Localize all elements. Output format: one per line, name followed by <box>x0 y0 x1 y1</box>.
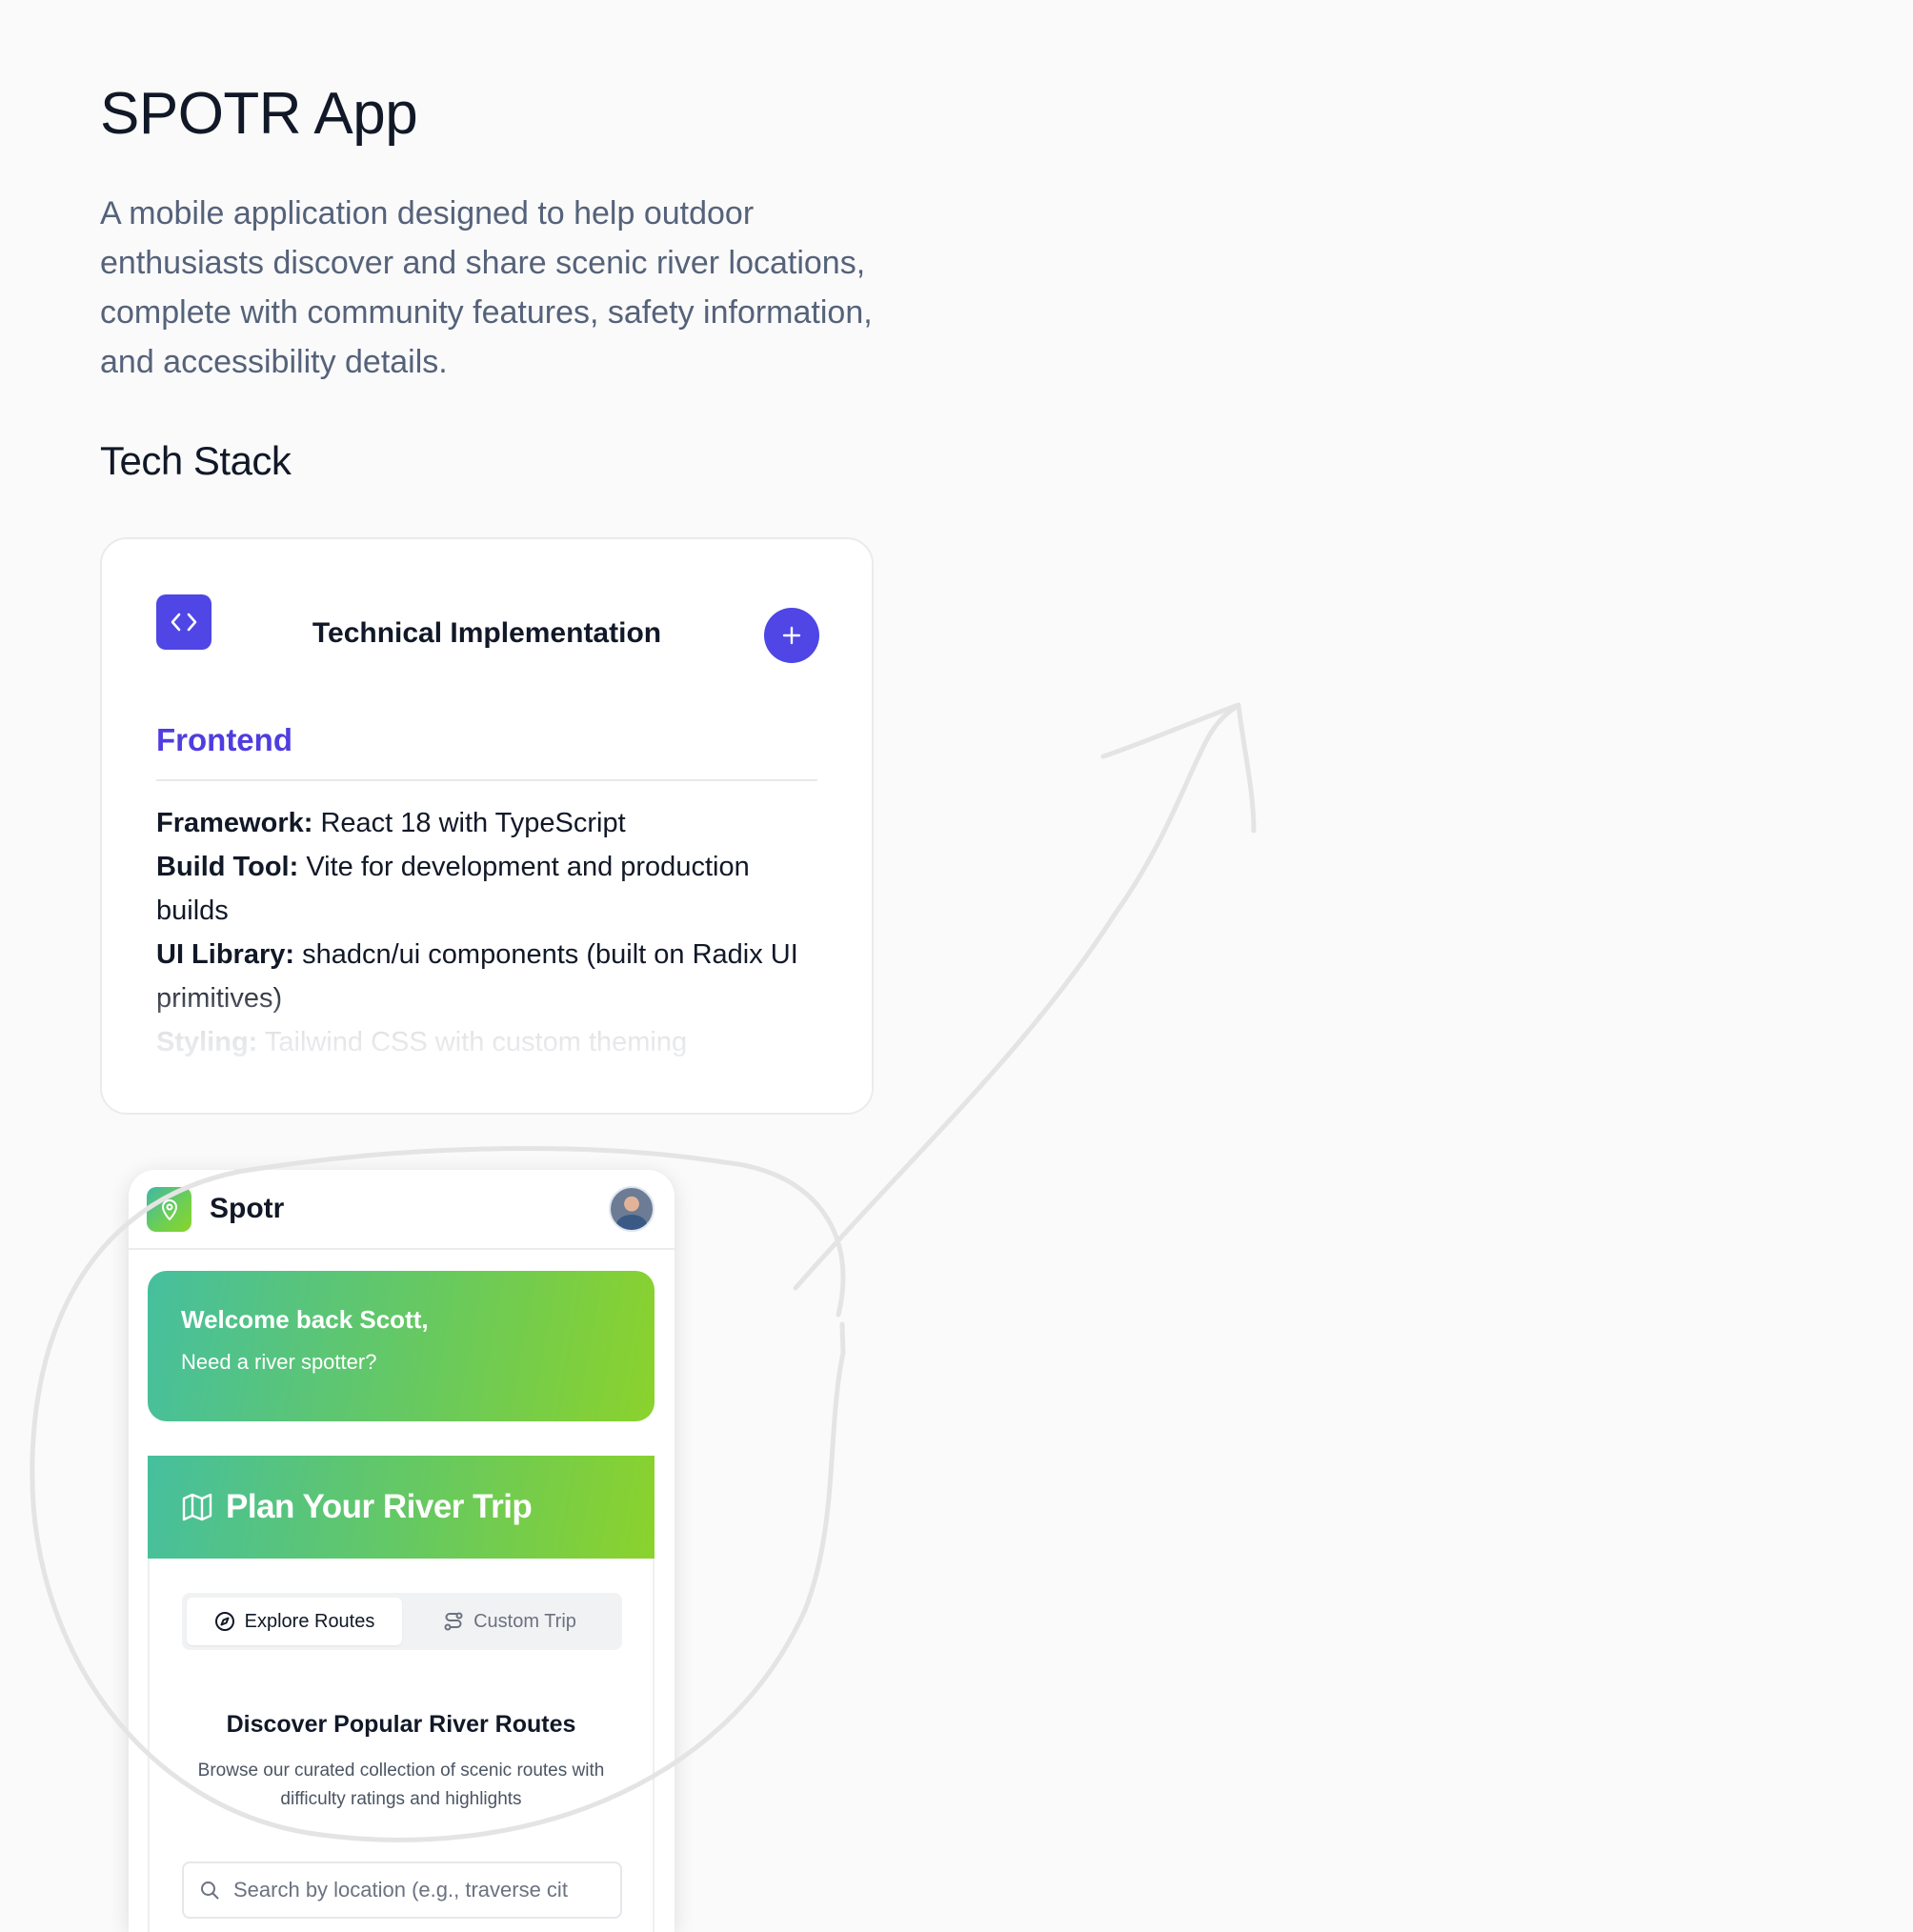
sketch-arrow-head <box>1100 702 1257 834</box>
app-name: Spotr <box>210 1193 285 1224</box>
compass-icon <box>214 1612 234 1631</box>
plan-trip-card: Plan Your River Trip Explore Routes Cust… <box>148 1456 654 1932</box>
app-logo <box>147 1187 191 1232</box>
search-icon <box>201 1882 219 1900</box>
stack-item-framework: Framework: React 18 with TypeScript <box>156 801 823 845</box>
trip-tabs: Explore Routes Custom Trip <box>182 1593 622 1650</box>
tab-custom-trip[interactable]: Custom Trip <box>402 1598 617 1645</box>
stack-item-value: React 18 with TypeScript <box>320 808 626 838</box>
tech-implementation-card: Technical Implementation Frontend Framew… <box>100 537 874 1115</box>
plus-icon <box>782 626 801 645</box>
section-title-tech-stack: Tech Stack <box>100 438 292 483</box>
stack-item-label: Styling: <box>156 1027 258 1057</box>
discover-title: Discover Popular River Routes <box>226 1711 576 1738</box>
stack-item-build-tool: Build Tool: Vite for development and pro… <box>156 845 823 933</box>
card-title: Technical Implementation <box>312 617 662 649</box>
avatar[interactable] <box>609 1186 654 1232</box>
plan-trip-banner: Plan Your River Trip <box>148 1456 654 1559</box>
tab-label: Custom Trip <box>473 1610 576 1632</box>
app-preview-phone: Spotr Welcome back Scott, Need a river s… <box>129 1170 675 1932</box>
welcome-title: Welcome back Scott, <box>181 1305 429 1334</box>
page-title: SPOTR App <box>100 81 418 147</box>
tech-stack-list: Framework: React 18 with TypeScript Buil… <box>156 801 823 1064</box>
stack-item-label: Framework: <box>156 808 313 838</box>
tab-label: Explore Routes <box>244 1610 375 1632</box>
welcome-banner: Welcome back Scott, Need a river spotter… <box>148 1271 654 1421</box>
discover-description: Browse our curated collection of scenic … <box>197 1761 605 1809</box>
stack-item-label: Build Tool: <box>156 852 299 882</box>
app-header: Spotr <box>129 1170 675 1250</box>
stack-item-ui-library: UI Library: shadcn/ui components (built … <box>156 933 823 1020</box>
search-field[interactable] <box>182 1862 622 1919</box>
search-input[interactable] <box>233 1878 614 1902</box>
map-icon <box>182 1493 212 1521</box>
divider <box>156 779 817 781</box>
tab-explore-routes[interactable]: Explore Routes <box>187 1598 402 1645</box>
route-icon <box>444 1612 463 1631</box>
plan-trip-title: Plan Your River Trip <box>226 1488 533 1525</box>
stack-item-value: Tailwind CSS with custom theming <box>264 1027 688 1057</box>
map-pin-icon <box>161 1198 177 1220</box>
expand-plus-button[interactable] <box>764 608 819 663</box>
intro-paragraph: A mobile application designed to help ou… <box>100 195 873 380</box>
stack-item-styling: Styling: Tailwind CSS with custom themin… <box>156 1020 823 1064</box>
frontend-heading: Frontend <box>156 722 292 757</box>
stack-item-label: UI Library: <box>156 939 295 970</box>
welcome-subtitle: Need a river spotter? <box>181 1350 377 1374</box>
